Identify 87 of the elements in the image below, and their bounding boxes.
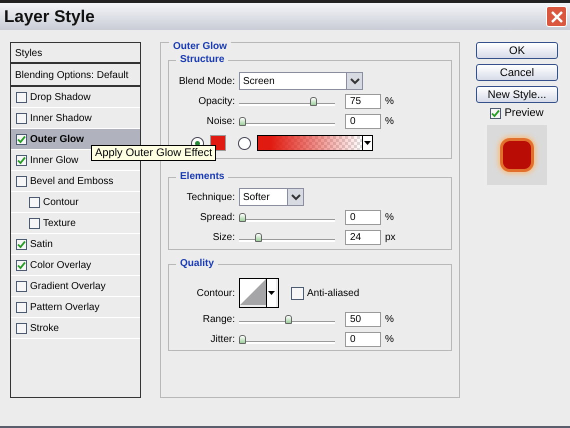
checkbox[interactable] bbox=[16, 322, 27, 334]
checkbox[interactable] bbox=[16, 176, 27, 186]
preview-thumbnail bbox=[487, 125, 547, 185]
styles-list-item[interactable]: Color Overlay bbox=[11, 255, 140, 276]
style-label: Inner Glow bbox=[30, 154, 78, 166]
dropdown-arrow-icon bbox=[364, 141, 371, 145]
field-label: Jitter: bbox=[210, 334, 236, 344]
checkbox[interactable] bbox=[29, 196, 40, 208]
value-field[interactable]: 0 bbox=[345, 210, 381, 224]
section-title: Quality bbox=[176, 258, 218, 269]
checkbox[interactable] bbox=[16, 260, 27, 270]
window-title: Layer Style bbox=[4, 6, 95, 26]
styles-list-item[interactable]: Styles bbox=[11, 43, 140, 64]
field-label: Contour: bbox=[196, 288, 236, 298]
style-label: Drop Shadow bbox=[30, 92, 91, 102]
styles-list-item[interactable]: Contour bbox=[11, 192, 140, 213]
close-button[interactable] bbox=[546, 6, 567, 27]
style-label: Color Overlay bbox=[30, 260, 92, 270]
unit-label: % bbox=[385, 96, 394, 106]
checkbox-label: Anti-aliased bbox=[307, 288, 360, 298]
unit-label: % bbox=[385, 212, 394, 222]
value-field[interactable]: 24 bbox=[345, 230, 381, 244]
checkbox-label: Preview bbox=[504, 107, 544, 119]
radio-button[interactable] bbox=[238, 136, 251, 150]
field-label: Technique: bbox=[186, 192, 236, 202]
dialog-button[interactable]: Cancel bbox=[476, 64, 558, 81]
unit-label: % bbox=[385, 116, 394, 126]
style-label: Gradient Overlay bbox=[30, 280, 106, 292]
field-label: Opacity: bbox=[197, 96, 236, 106]
checkbox[interactable] bbox=[490, 108, 502, 118]
value-field[interactable]: 75 bbox=[345, 94, 381, 108]
style-label: Bevel and Emboss bbox=[30, 176, 114, 186]
slider-thumb[interactable] bbox=[285, 314, 292, 324]
value-field[interactable]: 0 bbox=[345, 114, 381, 128]
field-label: Spread: bbox=[198, 212, 236, 222]
gradient-picker[interactable] bbox=[257, 135, 373, 151]
section-title: Elements bbox=[176, 171, 228, 182]
style-label: Satin bbox=[30, 238, 53, 250]
unit-label: px bbox=[385, 232, 396, 242]
checkbox[interactable] bbox=[16, 92, 27, 102]
style-label: Contour bbox=[43, 196, 79, 208]
styles-list-item[interactable]: Blending Options: Default bbox=[11, 64, 140, 87]
value-field[interactable]: 0 bbox=[345, 332, 381, 346]
style-label: Inner Shadow bbox=[30, 112, 92, 124]
field-label: Noise: bbox=[206, 116, 236, 126]
dropdown-arrow-icon bbox=[268, 291, 275, 295]
style-label: Texture bbox=[43, 218, 76, 228]
styles-list-item[interactable]: Gradient Overlay bbox=[11, 276, 140, 297]
checkbox[interactable] bbox=[16, 302, 27, 312]
chevron-icon bbox=[346, 73, 362, 89]
section-title: Outer Glow bbox=[169, 41, 231, 52]
styles-list-item[interactable]: Drop Shadow bbox=[11, 87, 140, 108]
checkbox[interactable] bbox=[16, 280, 27, 292]
styles-list-item[interactable]: Texture bbox=[11, 213, 140, 234]
style-label: Pattern Overlay bbox=[30, 302, 100, 312]
slider-thumb[interactable] bbox=[310, 96, 317, 106]
chevron-icon bbox=[287, 189, 303, 205]
value-field[interactable]: 50 bbox=[345, 312, 381, 326]
field-label: Size: bbox=[212, 232, 236, 242]
checkbox[interactable] bbox=[29, 218, 40, 228]
blend-mode-dropdown[interactable]: Screen bbox=[239, 72, 363, 90]
slider-thumb[interactable] bbox=[239, 212, 246, 222]
checkbox[interactable] bbox=[16, 112, 27, 124]
tooltip: Apply Outer Glow Effect bbox=[91, 145, 216, 161]
technique-dropdown[interactable]: Softer bbox=[239, 188, 304, 206]
dialog-button[interactable]: OK bbox=[476, 42, 558, 59]
field-label: Blend Mode: bbox=[178, 76, 236, 86]
slider-thumb[interactable] bbox=[239, 116, 246, 126]
unit-label: % bbox=[385, 314, 394, 324]
slider-thumb[interactable] bbox=[239, 334, 246, 344]
checkbox[interactable] bbox=[16, 238, 27, 250]
section-title: Structure bbox=[176, 54, 228, 65]
styles-list-item[interactable]: Satin bbox=[11, 234, 140, 255]
close-icon bbox=[550, 10, 562, 22]
style-label: Stroke bbox=[30, 322, 59, 334]
style-label: Outer Glow bbox=[30, 134, 84, 144]
styles-list-item[interactable]: Bevel and Emboss bbox=[11, 171, 140, 192]
unit-label: % bbox=[385, 334, 394, 344]
styles-list-item[interactable]: Pattern Overlay bbox=[11, 297, 140, 318]
slider-thumb[interactable] bbox=[254, 232, 262, 242]
dialog-button[interactable]: New Style... bbox=[476, 86, 558, 103]
checkbox[interactable] bbox=[16, 134, 27, 144]
checkbox[interactable] bbox=[16, 154, 27, 166]
field-label: Range: bbox=[202, 314, 236, 324]
styles-list-item[interactable]: Stroke bbox=[11, 318, 140, 339]
contour-picker[interactable] bbox=[239, 278, 279, 308]
checkbox[interactable] bbox=[291, 286, 304, 300]
